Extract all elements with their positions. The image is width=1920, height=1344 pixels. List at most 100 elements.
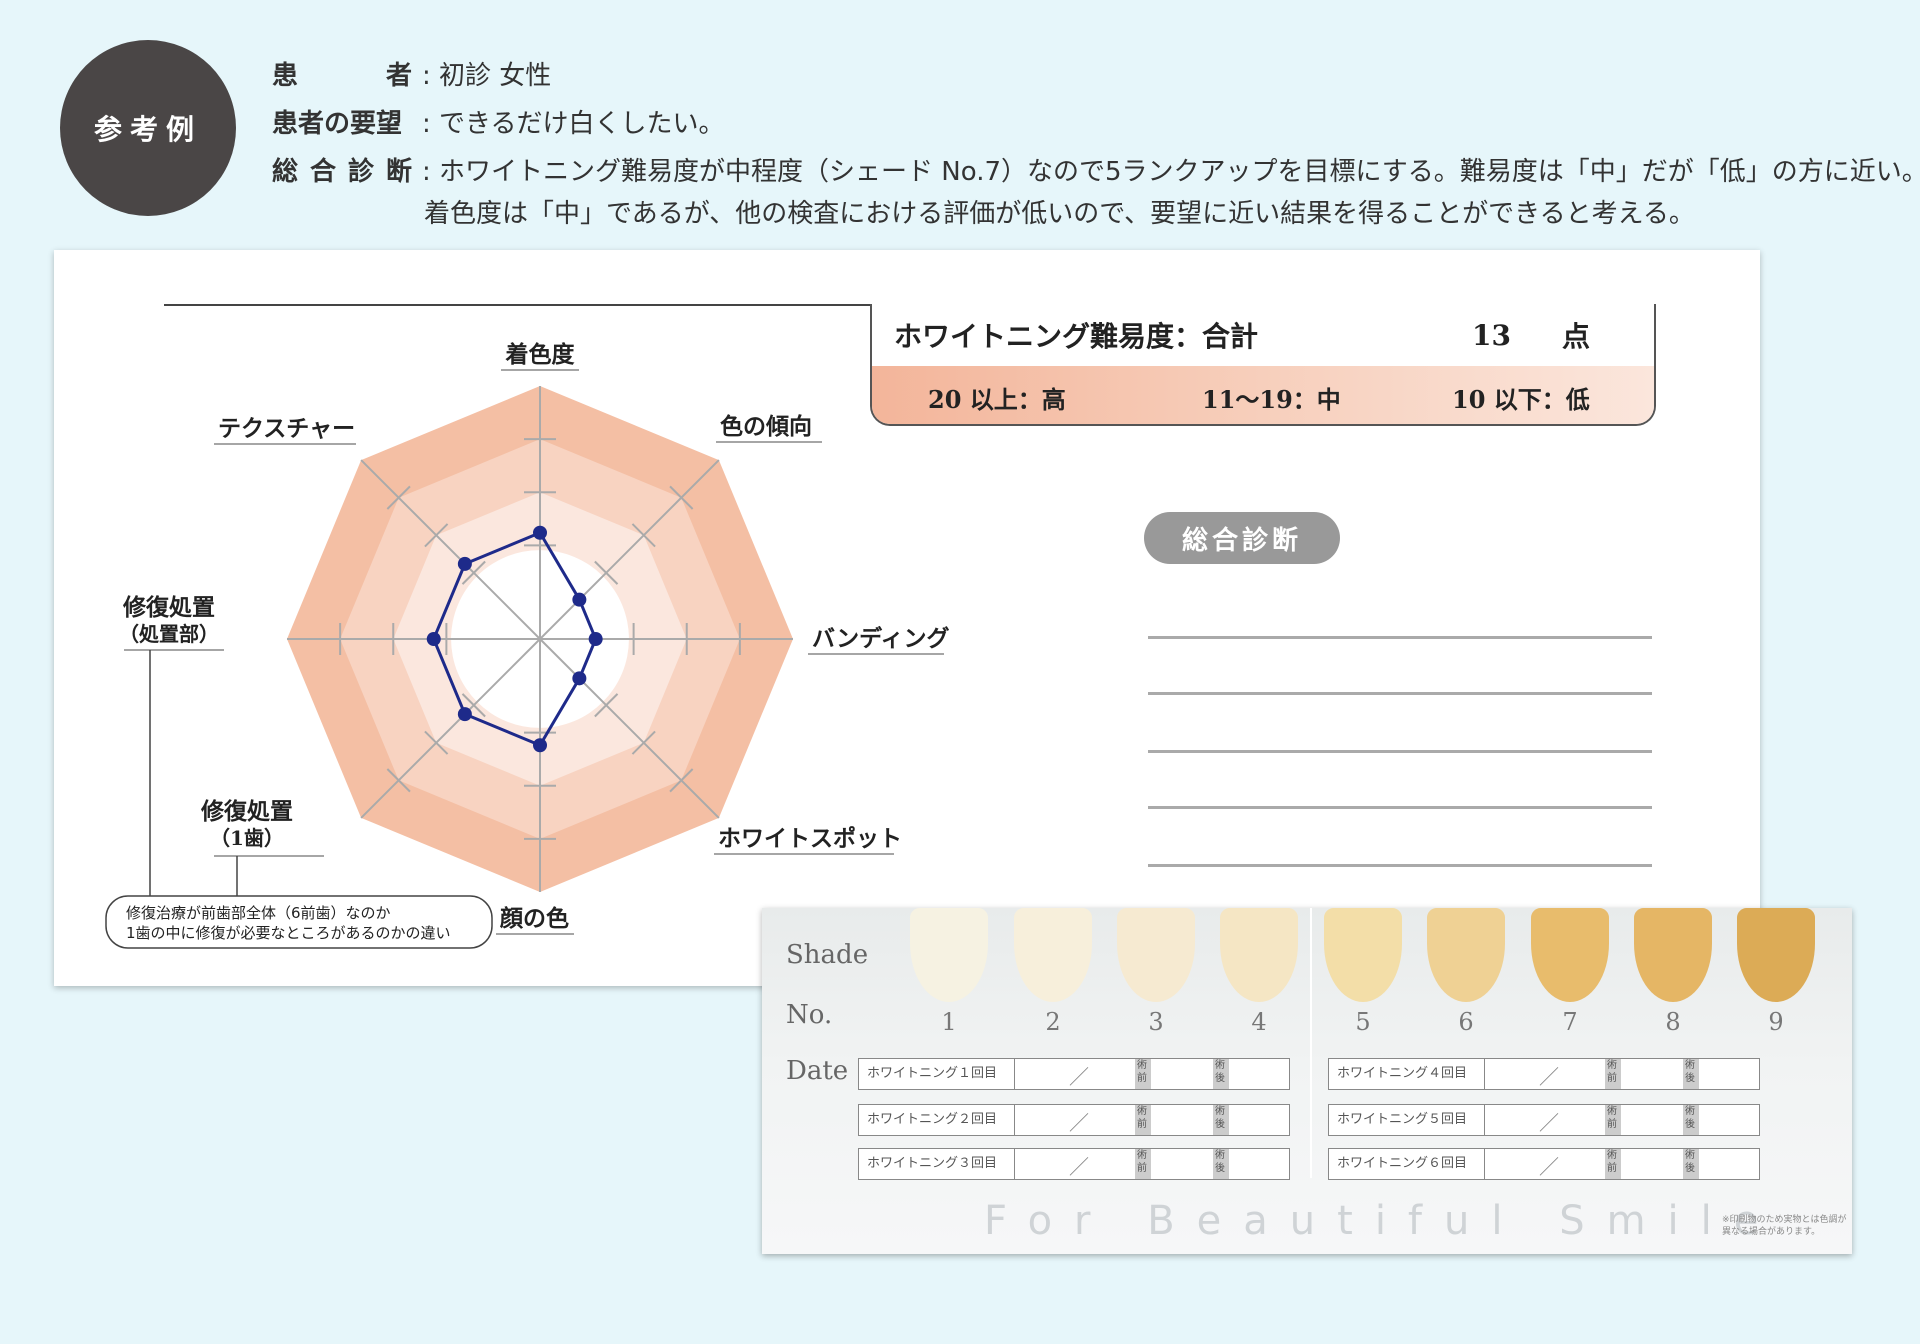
scale-mid: 11〜19：中 [1202, 385, 1341, 414]
diagnosis-line[interactable] [1148, 864, 1652, 867]
shade-number-8: 8 [1665, 1008, 1681, 1036]
label-white-spot: ホワイトスポット [718, 825, 902, 852]
date-row-1[interactable]: ホワイトニング１回目 ／ 術前 術後 [858, 1058, 1290, 1090]
session-label: ホワイトニング２回目 [859, 1105, 1015, 1135]
diagnosis-value-1: : ホワイトニング難易度が中程度（シェード No.7）なので5ランクアップを目標… [422, 157, 1920, 187]
label-restoration-1tooth: 修復処置 [200, 798, 293, 825]
date-row-3[interactable]: ホワイトニング３回目 ／ 術前 術後 [858, 1148, 1290, 1180]
shade-number-7: 7 [1562, 1008, 1578, 1036]
diagnosis-value-2: 着色度は「中」であるが、他の検査における評価が低いので、要望に近い結果を得ること… [424, 199, 1695, 229]
label-restoration-site-sub: （処置部） [119, 622, 219, 646]
shade-divider [1310, 908, 1312, 1178]
before-label: 術前 [1135, 1059, 1151, 1089]
diagnosis-line[interactable] [1148, 750, 1652, 753]
after-label: 術後 [1213, 1059, 1229, 1089]
radar-point-4 [533, 738, 547, 753]
shade-number-9: 9 [1768, 1008, 1784, 1036]
shade-tooth-5 [1324, 908, 1402, 1002]
session-label: ホワイトニング３回目 [859, 1149, 1015, 1179]
before-label: 術前 [1135, 1105, 1151, 1135]
diagnosis-line[interactable] [1148, 692, 1652, 695]
after-label: 術後 [1683, 1149, 1699, 1179]
date-row-2[interactable]: ホワイトニング２回目 ／ 術前 術後 [858, 1104, 1290, 1136]
shade-tooth-3 [1117, 908, 1195, 1002]
print-note: ※印刷物のため実物とは色調が異なる場合があります。 [1722, 1215, 1847, 1237]
label-coloring: 着色度 [506, 341, 576, 368]
request-label: 患者の要望 [272, 109, 403, 139]
shade-tooth-9 [1737, 908, 1815, 1002]
score-unit: 点 [1562, 320, 1591, 353]
session-label: ホワイトニング１回目 [859, 1059, 1015, 1089]
radar-point-1 [572, 592, 587, 607]
shade-number-5: 5 [1355, 1008, 1371, 1036]
patient-value: : 初診 女性 [422, 61, 552, 91]
diagnosis-label: 総合診断 [272, 157, 412, 187]
shade-number-4: 4 [1251, 1008, 1267, 1036]
slogan: For Beautiful Smile [984, 1198, 1781, 1244]
score-title: ホワイトニング難易度：合計 [894, 320, 1259, 353]
radar-point-2 [588, 632, 603, 646]
after-label: 術後 [1213, 1149, 1229, 1179]
score-value: 13 [1472, 318, 1511, 352]
scale-low: 10 以下：低 [1452, 385, 1590, 414]
date-slash: ／ [1539, 1065, 1559, 1089]
shade-number-3: 3 [1148, 1008, 1164, 1036]
shade-number-6: 6 [1458, 1008, 1474, 1036]
shade-label: Shade [786, 940, 869, 970]
restoration-note-2: 1歯の中に修復が必要なところがあるのかの違い [126, 924, 451, 942]
before-label: 術前 [1605, 1149, 1621, 1179]
before-label: 術前 [1605, 1059, 1621, 1089]
score-header: ホワイトニング難易度：合計 13 点 [872, 304, 1654, 366]
after-label: 術後 [1683, 1105, 1699, 1135]
shade-tooth-6 [1427, 908, 1505, 1002]
shade-number-1: 1 [941, 1008, 957, 1036]
radar-axes [287, 386, 793, 892]
before-label: 術前 [1605, 1105, 1621, 1135]
radar-point-0 [533, 525, 547, 540]
difficulty-score-box: ホワイトニング難易度：合計 13 点 20 以上：高 11〜19：中 10 以下… [870, 304, 1656, 426]
radar-point-7 [457, 556, 472, 571]
session-label: ホワイトニング５回目 [1329, 1105, 1485, 1135]
diagnosis-line[interactable] [1148, 636, 1652, 639]
label-restoration-1tooth-sub: （1歯） [210, 826, 284, 850]
radar-point-3 [572, 671, 587, 686]
shade-tooth-1 [910, 908, 988, 1002]
date-slash: ／ [1539, 1111, 1559, 1135]
session-label: ホワイトニング４回目 [1329, 1059, 1485, 1089]
score-scale: 20 以上：高 11〜19：中 10 以下：低 [872, 366, 1654, 424]
date-slash: ／ [1069, 1111, 1089, 1135]
label-texture: テクスチャー [218, 415, 355, 442]
shade-tooth-2 [1014, 908, 1092, 1002]
before-label: 術前 [1135, 1149, 1151, 1179]
shade-tooth-7 [1531, 908, 1609, 1002]
after-label: 術後 [1683, 1059, 1699, 1089]
overall-diagnosis-pill: 総合診断 [1144, 512, 1340, 564]
shade-guide-card: Shade No. Date 123456789 ホワイトニング１回目／術前 術後… [762, 908, 1852, 1254]
label-color-tendency: 色の傾向 [720, 413, 812, 440]
date-slash: ／ [1069, 1065, 1089, 1089]
radar-point-5 [457, 707, 472, 722]
scale-high: 20 以上：高 [928, 385, 1066, 414]
diagnosis-line[interactable] [1148, 806, 1652, 809]
date-label: Date [786, 1056, 849, 1086]
shade-tooth-4 [1220, 908, 1298, 1002]
request-value: : できるだけ白くしたい。 [422, 109, 725, 139]
patient-label: 患 者 [272, 61, 412, 91]
reference-badge: 参考例 [60, 40, 236, 216]
radar-point-6 [426, 632, 441, 646]
label-banding: バンディング [812, 625, 950, 652]
date-row-5[interactable]: ホワイトニング５回目 ／ 術前 術後 [1328, 1104, 1760, 1136]
after-label: 術後 [1213, 1105, 1229, 1135]
restoration-note-1: 修復治療が前歯部全体（6前歯）なのか [126, 904, 391, 922]
diagnosis-card: 着色度 色の傾向 バンディング ホワイトスポット 顔の色 修復処置 （1歯） 修… [54, 250, 1760, 986]
date-row-6[interactable]: ホワイトニング６回目 ／ 術前 術後 [1328, 1148, 1760, 1180]
date-slash: ／ [1069, 1155, 1089, 1179]
session-label: ホワイトニング６回目 [1329, 1149, 1485, 1179]
date-slash: ／ [1539, 1155, 1559, 1179]
shade-number-2: 2 [1045, 1008, 1061, 1036]
no-label: No. [786, 1000, 833, 1030]
date-row-4[interactable]: ホワイトニング４回目 ／ 術前 術後 [1328, 1058, 1760, 1090]
label-face-color: 顔の色 [499, 905, 569, 932]
shade-tooth-8 [1634, 908, 1712, 1002]
label-restoration-site: 修復処置 [122, 594, 215, 621]
